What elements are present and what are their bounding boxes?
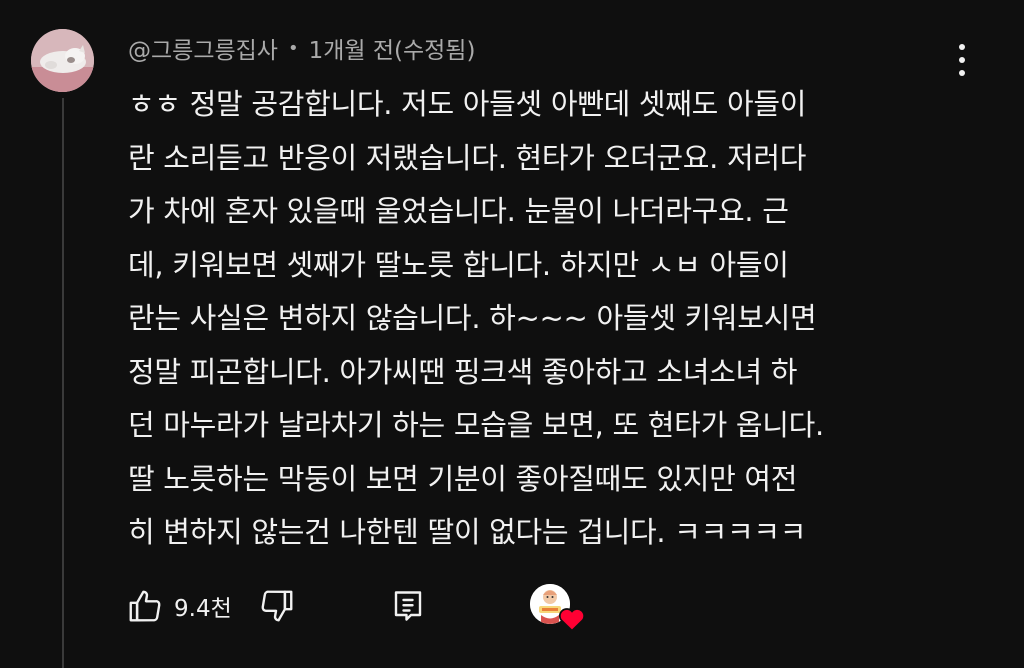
comment-line: ㅎㅎ 정말 공감합니다. 저도 아들셋 아빤데 셋째도 아들이 <box>128 87 807 121</box>
more-options-button[interactable] <box>948 40 976 80</box>
reply-icon <box>394 591 421 621</box>
more-dot <box>959 57 965 63</box>
comment-line: 란 소리듣고 반응이 저랬습니다. 현타가 오더군요. 저러다 <box>128 140 807 175</box>
separator-dot: • <box>287 37 299 59</box>
dislike-button[interactable] <box>258 587 296 625</box>
comment-line: 딸 노릇하는 막둥이 보면 기분이 좋아질때도 있지만 여전 <box>128 461 798 496</box>
comment-line: 가 차에 혼자 있을때 울었습니다. 눈물이 나더라구요. 근 <box>128 194 789 228</box>
author-name[interactable]: @그릉그릉집사 <box>128 31 278 65</box>
comment-line: 란는 사실은 변하지 않습니다. 하~~~ 아들셋 키워보시면 <box>128 301 817 335</box>
timestamp[interactable]: 1개월 전(수정됨) <box>309 31 476 65</box>
like-count: 9.4천 <box>174 596 232 622</box>
more-dot <box>959 70 965 76</box>
comment-line: 데, 키워보면 셋째가 딸노릇 합니다. 하지만 ㅅㅂ 아들이 <box>128 247 789 282</box>
creator-heart <box>530 584 586 634</box>
more-vertical-icon <box>959 44 965 50</box>
thumbs-up-icon <box>129 590 161 622</box>
comment-line: 정말 피곤합니다. 아가씨땐 핑크색 좋아하고 소녀소녀 하 <box>128 354 798 389</box>
comment-line: 히 변하지 않는건 나한텐 딸이 없다는 겁니다. ㅋㅋㅋㅋㅋ <box>128 515 807 549</box>
heart-icon <box>558 608 586 632</box>
thumbs-down-icon <box>261 590 293 622</box>
comment-header: @그릉그릉집사 • 1개월 전(수정됨) <box>128 30 475 66</box>
comment-actions: 9.4천 <box>126 584 426 628</box>
comment-text: ㅎㅎ 정말 공감합니다. 저도 아들셋 아빤데 셋째도 아들이 란 소리듣고 반… <box>128 78 958 560</box>
thread-line <box>62 98 64 668</box>
comment-line: 던 마누라가 날라차기 하는 모습을 보면, 또 현타가 옵니다. <box>128 408 824 442</box>
reply-button[interactable] <box>390 587 426 625</box>
avatar[interactable] <box>31 29 94 92</box>
like-button[interactable] <box>126 587 164 625</box>
